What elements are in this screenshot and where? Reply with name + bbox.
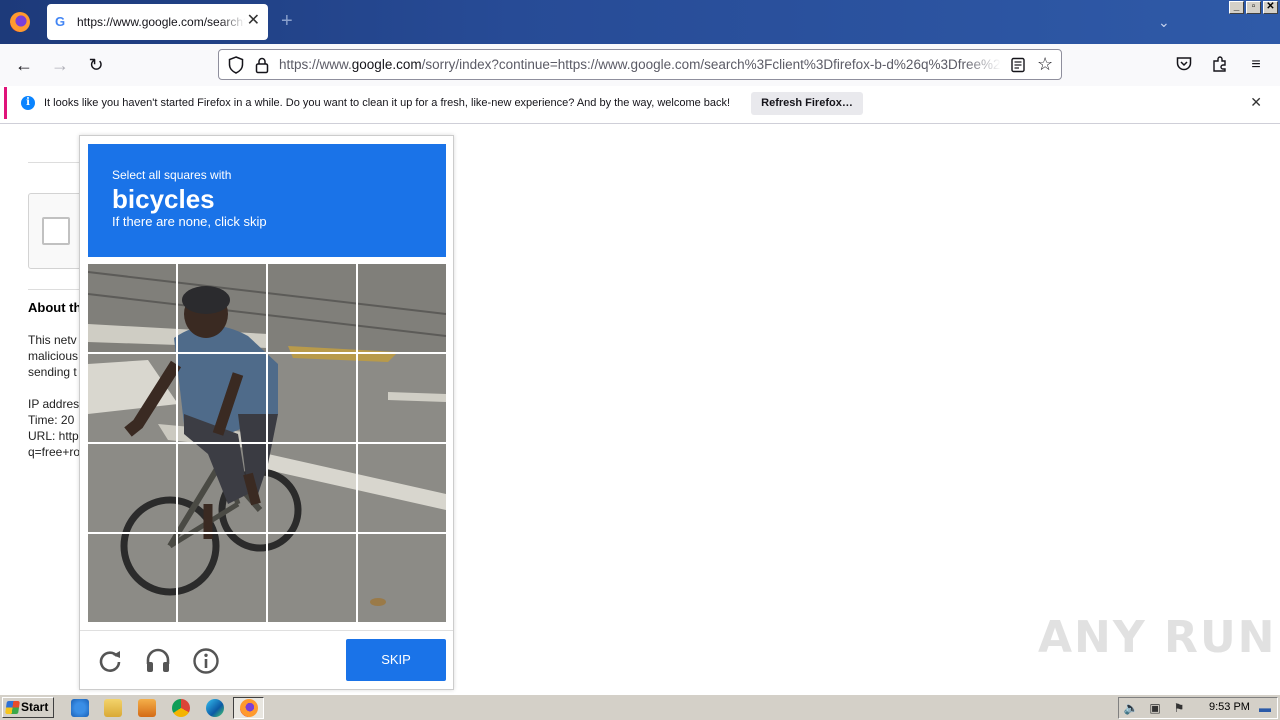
grid-tile-1-1[interactable] <box>88 264 176 352</box>
page-text-line: This netv <box>28 333 77 347</box>
recaptcha-challenge-popup: Select all squares with bicycles If ther… <box>79 135 454 690</box>
address-bar[interactable]: https://www.google.com/sorry/index?conti… <box>218 49 1062 80</box>
grid-tile-1-3[interactable] <box>268 264 356 352</box>
grid-tile-2-3[interactable] <box>268 354 356 442</box>
firefox-icon[interactable] <box>10 12 30 32</box>
back-arrow-icon[interactable]: ← <box>13 54 35 76</box>
new-tab-icon[interactable]: + <box>281 10 293 32</box>
challenge-header: Select all squares with bicycles If ther… <box>88 144 446 257</box>
menu-hamburger-icon[interactable]: ≡ <box>1246 55 1266 75</box>
skip-button[interactable]: SKIP <box>346 639 446 681</box>
forward-arrow-icon[interactable]: → <box>49 54 71 76</box>
grid-tile-4-2[interactable] <box>178 534 266 622</box>
help-info-icon[interactable] <box>192 647 220 675</box>
restore-icon[interactable]: ▫ <box>1246 1 1261 14</box>
grid-tile-1-2[interactable] <box>178 264 266 352</box>
challenge-footer-divider <box>80 630 453 631</box>
grid-line <box>88 532 446 534</box>
google-favicon-icon: G <box>55 14 66 29</box>
grid-tile-4-1[interactable] <box>88 534 176 622</box>
windows-logo-icon <box>5 701 20 714</box>
edge-icon[interactable] <box>206 699 224 717</box>
info-icon: i <box>21 96 35 110</box>
refresh-firefox-button[interactable]: Refresh Firefox… <box>751 92 863 115</box>
time-line: Time: 20 <box>28 413 75 427</box>
tab-bar: G https://www.google.com/search?client=f… <box>0 0 1280 44</box>
challenge-image-grid <box>88 264 446 622</box>
grid-tile-2-2[interactable] <box>178 354 266 442</box>
start-button[interactable]: Start <box>2 697 54 718</box>
windows-taskbar: Start 🔈 ▣ ⚑ ▬ <box>0 694 1280 720</box>
challenge-target: bicycles <box>112 184 215 214</box>
network-icon[interactable]: ▣ <box>1147 701 1163 715</box>
volume-icon[interactable]: 🔈 <box>1123 701 1139 715</box>
refresh-firefox-notification: i It looks like you haven't started Fire… <box>4 87 1276 119</box>
challenge-hint: If there are none, click skip <box>112 214 267 229</box>
notification-close-icon[interactable]: ✕ <box>1250 94 1262 111</box>
tab-google[interactable]: G https://www.google.com/search?client=f… <box>47 4 268 40</box>
system-tray: 🔈 ▣ ⚑ ▬ <box>1118 697 1278 719</box>
grid-tile-3-2[interactable] <box>178 444 266 532</box>
list-all-tabs-icon[interactable]: ⌄ <box>1158 14 1170 31</box>
grid-line <box>88 442 446 444</box>
grid-line <box>88 352 446 354</box>
file-explorer-icon[interactable] <box>104 699 122 717</box>
url-text[interactable]: https://www.google.com/sorry/index?conti… <box>279 57 1001 72</box>
tracking-shield-icon[interactable] <box>228 56 244 74</box>
firefox-taskbar-icon <box>240 699 258 717</box>
grid-tile-3-4[interactable] <box>358 444 446 532</box>
action-center-flag-icon[interactable]: ⚑ <box>1171 701 1187 715</box>
start-label: Start <box>21 700 49 714</box>
tab-title: https://www.google.com/search?client=fir… <box>77 15 245 29</box>
window-controls: _ ▫ ✕ <box>1229 1 1278 14</box>
media-player-icon[interactable] <box>138 699 156 717</box>
bookmark-star-icon[interactable]: ☆ <box>1037 54 1053 74</box>
pocket-icon[interactable] <box>1174 55 1194 75</box>
reload-challenge-icon[interactable] <box>96 647 124 675</box>
toolbar-divider <box>0 123 1280 124</box>
grid-tile-3-1[interactable] <box>88 444 176 532</box>
anyrun-watermark: ANY RUN <box>1038 612 1277 663</box>
grid-tile-2-1[interactable] <box>88 354 176 442</box>
page-text-line: malicious <box>28 349 79 363</box>
notification-message: It looks like you haven't started Firefo… <box>44 97 731 109</box>
show-desktop-icon[interactable]: ▬ <box>1257 701 1273 715</box>
taskbar-firefox-button[interactable] <box>233 697 264 719</box>
page-text-line: sending t <box>28 365 77 379</box>
navigation-toolbar: ← → ↻ https://www.google.com/sorry/index… <box>0 44 1280 86</box>
about-heading: About th <box>28 300 82 315</box>
grid-tile-4-3[interactable] <box>268 534 356 622</box>
internet-explorer-icon[interactable] <box>71 699 89 717</box>
reload-icon[interactable]: ↻ <box>85 54 107 76</box>
reader-view-icon[interactable] <box>1010 57 1026 73</box>
audio-challenge-icon[interactable] <box>144 647 172 675</box>
recaptcha-checkbox[interactable] <box>42 217 70 245</box>
lock-icon[interactable] <box>255 56 269 74</box>
url-line: URL: http <box>28 429 79 443</box>
extensions-icon[interactable] <box>1210 55 1230 75</box>
grid-tile-2-4[interactable] <box>358 354 446 442</box>
query-line: q=free+ro <box>28 445 81 459</box>
challenge-instruction: Select all squares with <box>112 168 232 182</box>
minimize-icon[interactable]: _ <box>1229 1 1244 14</box>
grid-tile-1-4[interactable] <box>358 264 446 352</box>
chrome-icon[interactable] <box>172 699 190 717</box>
tab-close-icon[interactable]: ✕ <box>247 13 260 29</box>
taskbar-clock[interactable]: 9:53 PM <box>1209 701 1250 713</box>
grid-tile-4-4[interactable] <box>358 534 446 622</box>
grid-tile-3-3[interactable] <box>268 444 356 532</box>
close-window-icon[interactable]: ✕ <box>1263 1 1278 14</box>
ip-address-line: IP addres <box>28 397 80 411</box>
